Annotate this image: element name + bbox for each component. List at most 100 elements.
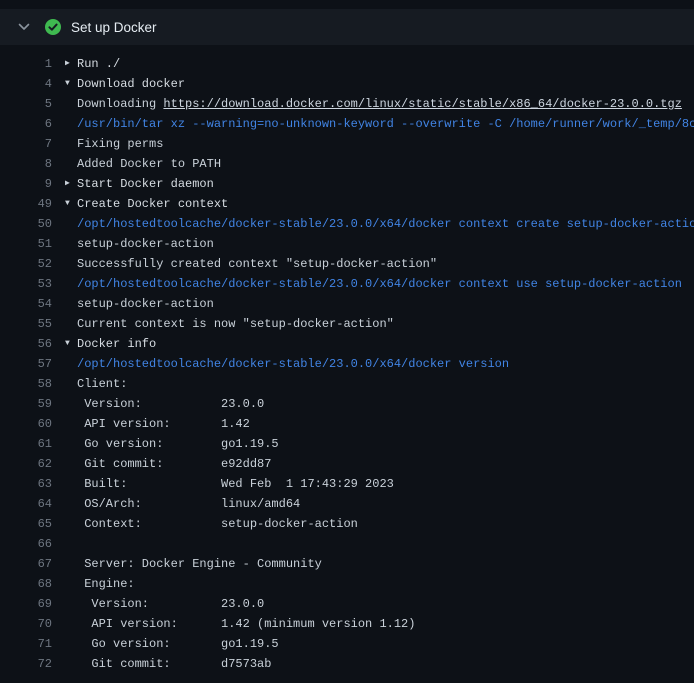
line-number[interactable]: 50	[0, 214, 52, 234]
log-text: /usr/bin/tar xz --warning=no-unknown-key…	[77, 114, 694, 134]
line-number[interactable]: 6	[0, 114, 52, 134]
log-group-label: Start Docker daemon	[77, 177, 214, 191]
log-line: 51 setup-docker-action	[0, 234, 694, 254]
line-number[interactable]: 71	[0, 634, 52, 654]
log-text: Context: setup-docker-action	[77, 514, 358, 534]
step-header[interactable]: Set up Docker	[0, 9, 694, 45]
line-number[interactable]: 66	[0, 534, 52, 554]
log-line: 53/opt/hostedtoolcache/docker-stable/23.…	[0, 274, 694, 294]
group-collapsed-icon[interactable]: ▶	[65, 54, 77, 74]
line-number[interactable]: 53	[0, 274, 52, 294]
log-line: 1 ▶Run ./	[0, 54, 694, 74]
log-text: Downloading https://download.docker.com/…	[77, 94, 682, 114]
line-number[interactable]: 57	[0, 354, 52, 374]
line-number[interactable]: 58	[0, 374, 52, 394]
log-line: 64 OS/Arch: linux/amd64	[0, 494, 694, 514]
line-number[interactable]: 54	[0, 294, 52, 314]
line-number[interactable]: 49	[0, 194, 52, 214]
line-number[interactable]: 8	[0, 154, 52, 174]
arrow-spacer	[65, 554, 77, 574]
arrow-spacer	[65, 654, 77, 674]
log-line: 8Added Docker to PATH	[0, 154, 694, 174]
log-text: API version: 1.42 (minimum version 1.12)	[77, 614, 415, 634]
line-number[interactable]: 63	[0, 474, 52, 494]
arrow-spacer	[65, 274, 77, 294]
log-line: 4 ▼Download docker	[0, 74, 694, 94]
log-line: 65 Context: setup-docker-action	[0, 514, 694, 534]
line-number[interactable]: 61	[0, 434, 52, 454]
group-expanded-icon[interactable]: ▼	[65, 334, 77, 354]
log-text: OS/Arch: linux/amd64	[77, 494, 300, 514]
line-number[interactable]: 52	[0, 254, 52, 274]
line-number[interactable]: 59	[0, 394, 52, 414]
log-line: 6/usr/bin/tar xz --warning=no-unknown-ke…	[0, 114, 694, 134]
line-number[interactable]: 62	[0, 454, 52, 474]
line-number[interactable]: 51	[0, 234, 52, 254]
log-line: 63 Built: Wed Feb 1 17:43:29 2023	[0, 474, 694, 494]
log-segment: API version: 1.42	[77, 417, 250, 431]
line-number[interactable]: 56	[0, 334, 52, 354]
log-text: Successfully created context "setup-dock…	[77, 254, 437, 274]
arrow-spacer	[65, 574, 77, 594]
log-line: 71 Go version: go1.19.5	[0, 634, 694, 654]
log-segment: Current context is now "setup-docker-act…	[77, 317, 394, 331]
log-segment: Server: Docker Engine - Community	[77, 557, 322, 571]
log-line: 55 Current context is now "setup-docker-a…	[0, 314, 694, 334]
arrow-spacer	[65, 354, 77, 374]
group-collapsed-icon[interactable]: ▶	[65, 174, 77, 194]
log-line: 72 Git commit: d7573ab	[0, 654, 694, 674]
arrow-spacer	[65, 434, 77, 454]
actions-log-panel: Set up Docker 1▶Run ./4▼Download docker5…	[0, 0, 694, 674]
arrow-spacer	[65, 494, 77, 514]
log-segment: Git commit: d7573ab	[77, 657, 271, 671]
chevron-down-icon[interactable]	[16, 19, 32, 35]
line-number[interactable]: 68	[0, 574, 52, 594]
log-line: 54setup-docker-action	[0, 294, 694, 314]
log-segment: setup-docker-action	[77, 237, 214, 251]
log-segment: Successfully created context "setup-dock…	[77, 257, 437, 271]
log-group-title[interactable]: Docker info	[77, 334, 156, 354]
line-number[interactable]: 7	[0, 134, 52, 154]
log-line: 58Client:	[0, 374, 694, 394]
line-number[interactable]: 69	[0, 594, 52, 614]
arrow-spacer	[65, 114, 77, 134]
line-number[interactable]: 9	[0, 174, 52, 194]
group-expanded-icon[interactable]: ▼	[65, 74, 77, 94]
log-line: 5 Downloading https://download.docker.com…	[0, 94, 694, 114]
line-number[interactable]: 65	[0, 514, 52, 534]
arrow-spacer	[65, 214, 77, 234]
line-number[interactable]: 67	[0, 554, 52, 574]
log-group-title[interactable]: Run ./	[77, 54, 120, 74]
line-number[interactable]: 70	[0, 614, 52, 634]
log-group-title[interactable]: Start Docker daemon	[77, 174, 214, 194]
log-text: /opt/hostedtoolcache/docker-stable/23.0.…	[77, 214, 694, 234]
log-group-label: Run ./	[77, 57, 120, 71]
log-text: Server: Docker Engine - Community	[77, 554, 322, 574]
group-expanded-icon[interactable]: ▼	[65, 194, 77, 214]
line-number[interactable]: 1	[0, 54, 52, 74]
line-number[interactable]: 4	[0, 74, 52, 94]
line-number[interactable]: 5	[0, 94, 52, 114]
line-number[interactable]: 72	[0, 654, 52, 674]
log-line: 57/opt/hostedtoolcache/docker-stable/23.…	[0, 354, 694, 374]
log-group-label: Download docker	[77, 77, 185, 91]
log-line: 67 Server: Docker Engine - Community	[0, 554, 694, 574]
line-number[interactable]: 55	[0, 314, 52, 334]
line-number[interactable]: 60	[0, 414, 52, 434]
log-line: 60 API version: 1.42	[0, 414, 694, 434]
line-number[interactable]: 64	[0, 494, 52, 514]
log-segment: Go version: go1.19.5	[77, 637, 279, 651]
log-segment: Git commit: e92dd87	[77, 457, 271, 471]
log: 1▶Run ./4▼Download docker5Downloading ht…	[0, 45, 694, 674]
log-group-title[interactable]: Create Docker context	[77, 194, 228, 214]
log-segment: OS/Arch: linux/amd64	[77, 497, 300, 511]
log-link[interactable]: https://download.docker.com/linux/static…	[163, 97, 681, 111]
log-text: Version: 23.0.0	[77, 594, 264, 614]
log-text: Version: 23.0.0	[77, 394, 264, 414]
log-group-title[interactable]: Download docker	[77, 74, 185, 94]
log-text: Built: Wed Feb 1 17:43:29 2023	[77, 474, 394, 494]
log-segment: Engine:	[77, 577, 135, 591]
log-line: 66	[0, 534, 694, 554]
log-command-text: /opt/hostedtoolcache/docker-stable/23.0.…	[77, 357, 509, 371]
log-line: 56 ▼Docker info	[0, 334, 694, 354]
